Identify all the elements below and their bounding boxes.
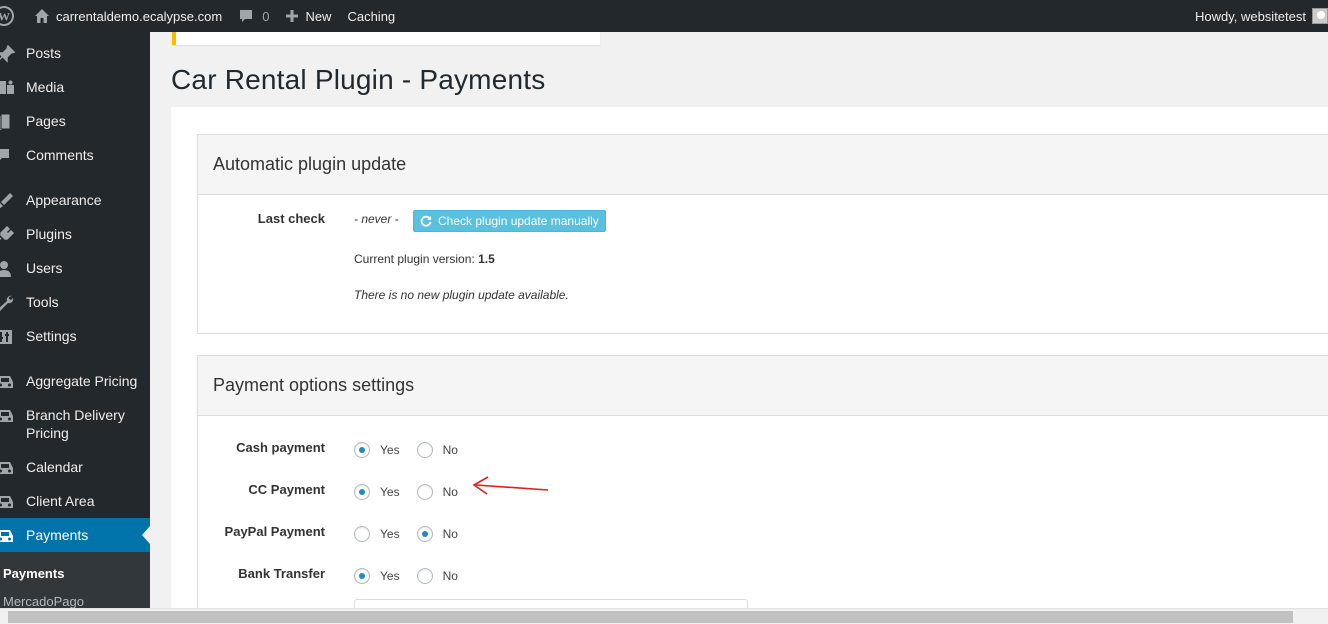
comment-icon <box>0 146 26 165</box>
payments-submenu: Payments MercadoPago <box>0 552 150 609</box>
admin-sidebar: Posts Media Pages Comments Appearance Pl… <box>0 32 150 609</box>
avatar <box>1312 8 1328 24</box>
menu-tools[interactable]: Tools <box>0 293 150 312</box>
my-account-link[interactable]: Howdy, websitetest <box>1187 0 1328 32</box>
last-check-label: Last check <box>257 211 325 226</box>
cc-payment-options: Yes No <box>354 483 475 501</box>
pages-icon <box>0 112 26 131</box>
bank-transfer-no-radio[interactable] <box>416 568 433 584</box>
menu-plugins[interactable]: Plugins <box>0 225 150 244</box>
scrollbar-thumb[interactable] <box>8 611 1293 623</box>
check-update-label: Check plugin update manually <box>438 214 599 228</box>
pushpin-icon <box>0 44 26 63</box>
paypal-payment-options: Yes No <box>354 525 475 543</box>
paypal-payment-yes-radio[interactable] <box>354 526 370 542</box>
brush-icon <box>0 191 26 210</box>
bank-transfer-label: Bank Transfer <box>238 566 325 581</box>
menu-client-area[interactable]: Client Area <box>0 492 150 511</box>
admin-notice <box>172 32 600 45</box>
current-version-value: 1.5 <box>478 252 495 266</box>
car-icon <box>0 406 26 425</box>
menu-branch-delivery-pricing[interactable]: Branch Delivery Pricing <box>0 406 150 442</box>
menu-aggregate-pricing[interactable]: Aggregate Pricing <box>0 372 150 391</box>
wrench-icon <box>0 293 26 312</box>
comment-bubble-icon <box>238 8 254 24</box>
yes-label: Yes <box>380 485 400 499</box>
submenu-payments[interactable]: Payments <box>3 566 64 581</box>
page-title: Car Rental Plugin - Payments <box>171 64 546 95</box>
comments-count: 0 <box>262 8 270 24</box>
menu-payments[interactable]: Payments <box>0 518 150 552</box>
yes-label: Yes <box>380 527 400 541</box>
horizontal-scrollbar[interactable] <box>0 608 1328 624</box>
car-icon <box>0 526 26 545</box>
annotation-arrow-icon <box>472 476 549 495</box>
bank-transfer-yes-radio[interactable] <box>354 568 370 584</box>
menu-media[interactable]: Media <box>0 78 150 97</box>
cc-payment-label: CC Payment <box>248 482 325 497</box>
howdy-text: Howdy, websitetest <box>1194 8 1306 24</box>
current-version-label: Current plugin version: <box>354 252 475 266</box>
yes-label: Yes <box>380 443 400 457</box>
check-update-button[interactable]: Check plugin update manually <box>413 210 606 232</box>
menu-settings[interactable]: Settings <box>0 327 150 346</box>
menu-calendar[interactable]: Calendar <box>0 458 150 477</box>
last-check-value: - never - <box>354 212 399 226</box>
wordpress-logo-button[interactable]: W <box>0 0 24 32</box>
no-label: No <box>442 485 458 499</box>
new-label: New <box>305 8 332 24</box>
caching-label: Caching <box>347 8 396 24</box>
site-name-link[interactable]: carrentaldemo.ecalypse.com <box>24 0 230 32</box>
car-icon <box>0 372 26 391</box>
update-status-text: There is no new plugin update available. <box>354 288 569 302</box>
no-label: No <box>442 527 458 541</box>
paypal-payment-label: PayPal Payment <box>224 524 325 539</box>
menu-appearance[interactable]: Appearance <box>0 191 150 210</box>
car-icon <box>0 458 26 477</box>
cash-payment-no-radio[interactable] <box>416 442 433 458</box>
plug-icon <box>0 225 26 244</box>
submenu-mercadopago[interactable]: MercadoPago <box>3 594 84 609</box>
settings-icon <box>0 327 26 346</box>
plugin-update-heading: Automatic plugin update <box>198 135 1328 195</box>
comments-link[interactable]: 0 <box>230 0 277 32</box>
paypal-payment-no-radio[interactable] <box>416 526 433 542</box>
media-icon <box>0 78 26 97</box>
current-version: Current plugin version: 1.5 <box>354 252 495 266</box>
svg-text:W: W <box>0 10 10 24</box>
wordpress-icon: W <box>0 6 14 26</box>
cc-payment-yes-radio[interactable] <box>354 484 370 500</box>
cash-payment-yes-radio[interactable] <box>354 442 370 458</box>
plus-icon <box>285 9 299 23</box>
bank-transfer-options: Yes No <box>354 567 475 585</box>
menu-posts[interactable]: Posts <box>0 44 150 63</box>
site-name: carrentaldemo.ecalypse.com <box>56 8 223 24</box>
plugin-update-panel: Automatic plugin update <box>197 134 1328 334</box>
cash-payment-options: Yes No <box>354 441 475 459</box>
cc-payment-no-radio[interactable] <box>416 484 433 500</box>
menu-users[interactable]: Users <box>0 259 150 278</box>
new-content-link[interactable]: New <box>277 0 339 32</box>
caching-link[interactable]: Caching <box>339 0 403 32</box>
cash-payment-label: Cash payment <box>236 440 325 455</box>
menu-comments[interactable]: Comments <box>0 146 150 165</box>
menu-pages[interactable]: Pages <box>0 112 150 131</box>
no-label: No <box>442 569 458 583</box>
user-icon <box>0 259 26 278</box>
car-icon <box>0 492 26 511</box>
refresh-icon <box>420 215 432 227</box>
yes-label: Yes <box>380 569 400 583</box>
home-icon <box>34 8 50 24</box>
no-label: No <box>442 443 458 457</box>
admin-bar: W carrentaldemo.ecalypse.com 0 New Cachi… <box>0 0 1328 32</box>
payment-options-heading: Payment options settings <box>198 356 1328 416</box>
